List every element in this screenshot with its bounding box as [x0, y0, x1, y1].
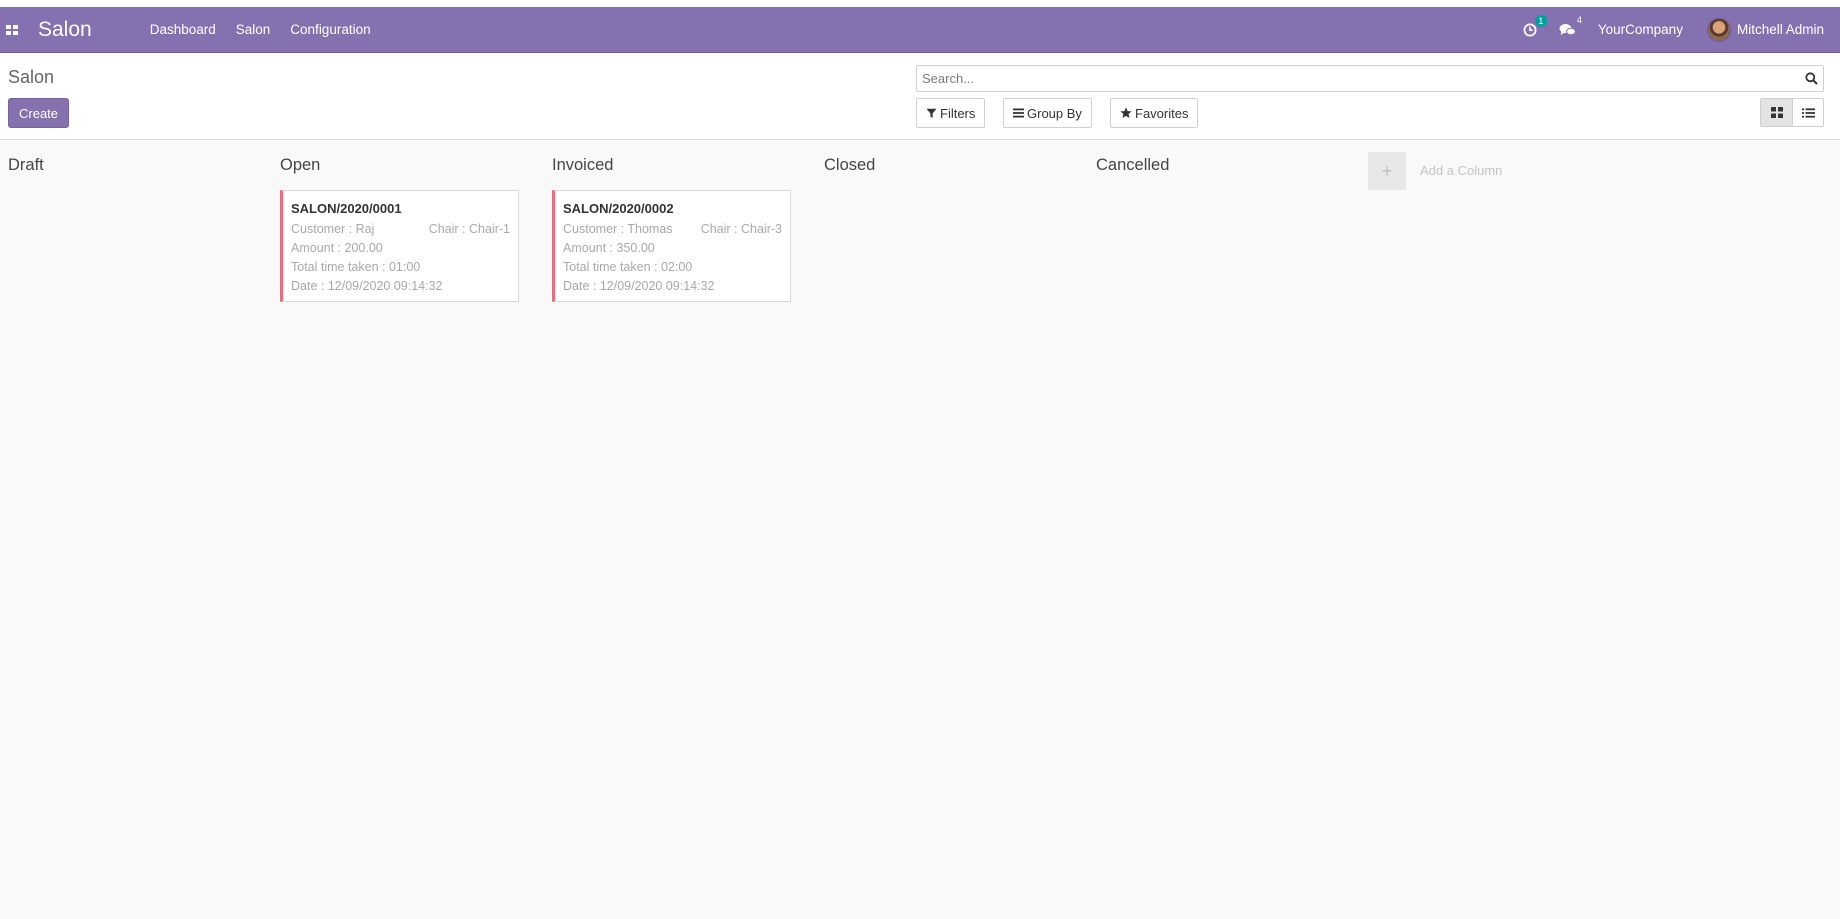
card-amount: Amount : 350.00	[563, 241, 655, 255]
avatar	[1706, 17, 1731, 42]
column-title-draft[interactable]: Draft	[8, 156, 44, 175]
kanban-board: Draft Open Invoiced Closed Cancelled SAL…	[0, 141, 1840, 919]
clock-icon	[1523, 23, 1537, 36]
card-chair: Chair : Chair-1	[428, 222, 510, 236]
kanban-view-button[interactable]	[1761, 99, 1792, 126]
user-menu[interactable]: Mitchell Admin	[1706, 17, 1824, 42]
card-customer: Customer : Raj	[291, 222, 375, 236]
add-column-button[interactable]: +	[1368, 152, 1406, 190]
card-date: Date : 12/09/2020 09:14:32	[563, 279, 715, 293]
card-title: SALON/2020/0002	[563, 201, 674, 216]
activity-count-badge: 1	[1534, 14, 1547, 27]
kanban-view-icon	[1770, 107, 1783, 118]
bars-icon	[1013, 108, 1024, 118]
favorites-button[interactable]: Favorites	[1110, 98, 1199, 128]
chat-icon	[1559, 23, 1576, 35]
list-view-button[interactable]	[1792, 99, 1823, 126]
plus-icon: +	[1381, 160, 1393, 181]
group-by-label: Group By	[1027, 105, 1082, 121]
search-icon[interactable]	[1799, 67, 1823, 91]
column-title-open[interactable]: Open	[280, 156, 320, 175]
view-switcher	[1760, 98, 1824, 127]
column-title-cancelled[interactable]: Cancelled	[1096, 156, 1169, 175]
messages-button[interactable]: 4	[1559, 15, 1582, 37]
search-input[interactable]	[922, 66, 1799, 91]
menu-configuration[interactable]: Configuration	[290, 22, 370, 37]
card-time: Total time taken : 02:00	[563, 260, 693, 274]
group-by-button[interactable]: Group By	[1003, 98, 1092, 128]
filters-button[interactable]: Filters	[916, 98, 986, 128]
control-panel: Salon Create Filters Group By Favorites	[0, 53, 1840, 140]
filters-label: Filters	[940, 105, 976, 121]
create-button[interactable]: Create	[8, 98, 70, 128]
user-name: Mitchell Admin	[1736, 22, 1824, 37]
column-title-invoiced[interactable]: Invoiced	[552, 156, 613, 175]
list-view-icon	[1801, 107, 1815, 118]
add-column-label[interactable]: Add a Column	[1420, 163, 1502, 178]
kanban-card[interactable]: SALON/2020/0002 Customer : Thomas Chair …	[552, 190, 791, 302]
card-customer: Customer : Thomas	[563, 222, 673, 236]
main-navbar: Salon Dashboard Salon Configuration 1 4 …	[0, 7, 1840, 53]
app-brand[interactable]: Salon	[38, 18, 92, 42]
apps-grid-icon[interactable]	[0, 7, 24, 53]
messages-count-badge: 4	[1576, 14, 1582, 25]
kanban-card[interactable]: SALON/2020/0001 Customer : Raj Chair : C…	[280, 190, 519, 302]
search-bar	[916, 65, 1824, 92]
menu-dashboard[interactable]: Dashboard	[150, 22, 216, 37]
star-icon	[1120, 107, 1132, 118]
company-switcher[interactable]: YourCompany	[1598, 22, 1683, 37]
activity-button[interactable]: 1	[1523, 14, 1547, 37]
card-chair: Chair : Chair-3	[700, 222, 782, 236]
page-title: Salon	[8, 67, 55, 87]
card-title: SALON/2020/0001	[291, 201, 402, 216]
card-date: Date : 12/09/2020 09:14:32	[291, 279, 443, 293]
filter-icon	[926, 108, 937, 118]
column-title-closed[interactable]: Closed	[824, 156, 875, 175]
card-time: Total time taken : 01:00	[291, 260, 421, 274]
card-amount: Amount : 200.00	[291, 241, 383, 255]
favorites-label: Favorites	[1135, 105, 1189, 121]
menu-salon[interactable]: Salon	[236, 22, 271, 37]
